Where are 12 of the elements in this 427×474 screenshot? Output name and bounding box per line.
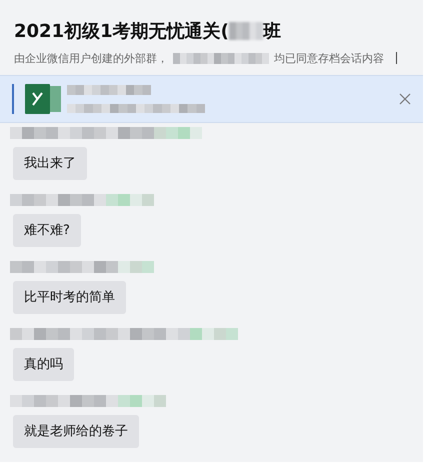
message-bubble: 真的吗 [13, 348, 74, 381]
message-bubble: 就是老师给的卷子 [13, 415, 139, 448]
blurred-text [228, 22, 263, 40]
chat-title: 2021初级1考期无忧通关( [14, 20, 229, 43]
notice-text: 由企业微信用户创建的外部群， [14, 50, 168, 66]
message-bubble: 难不难? [13, 214, 81, 247]
message-bubble: 比平时考的简单 [13, 281, 126, 314]
chat-title-suffix: 班 [262, 20, 281, 43]
message-bubble: 我出来了 [13, 147, 87, 180]
close-icon[interactable] [399, 93, 411, 105]
pinned-file-banner[interactable] [0, 75, 423, 123]
notice-text: 均已同意存档会话内容 [274, 50, 384, 66]
